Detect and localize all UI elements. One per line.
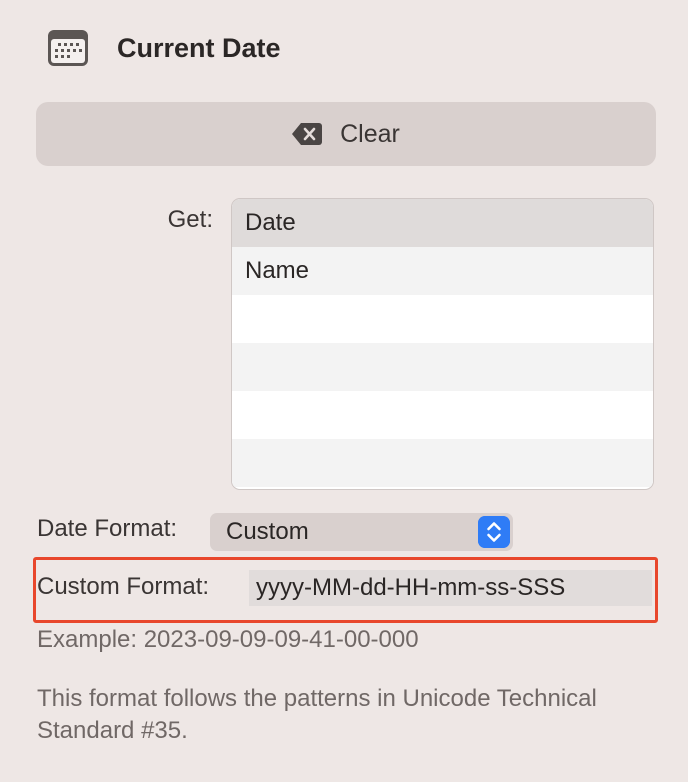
clear-button[interactable]: Clear [36, 102, 656, 166]
get-list[interactable]: Date Name [231, 198, 654, 490]
get-label: Get: [167, 206, 213, 233]
format-note: This format follows the patterns in Unic… [37, 685, 597, 744]
calendar-icon [48, 30, 88, 66]
custom-format-label: Custom Format: [37, 573, 210, 600]
list-item-date[interactable]: Date [232, 199, 653, 247]
list-item-empty [232, 439, 653, 487]
custom-format-input[interactable] [249, 570, 652, 606]
list-item-empty [232, 343, 653, 391]
date-format-select[interactable]: Custom [210, 513, 513, 551]
list-item-name[interactable]: Name [232, 247, 653, 295]
page-title: Current Date [117, 33, 281, 63]
date-format-value: Custom [226, 518, 309, 545]
example-text: Example: 2023-09-09-09-41-00-000 [37, 626, 419, 653]
list-item-empty [232, 295, 653, 343]
delete-left-icon [292, 123, 323, 145]
date-format-label: Date Format: [37, 515, 178, 542]
clear-button-label: Clear [340, 119, 400, 148]
list-item-empty [232, 391, 653, 439]
header [47, 26, 89, 70]
chevron-up-down-icon[interactable] [478, 516, 510, 548]
